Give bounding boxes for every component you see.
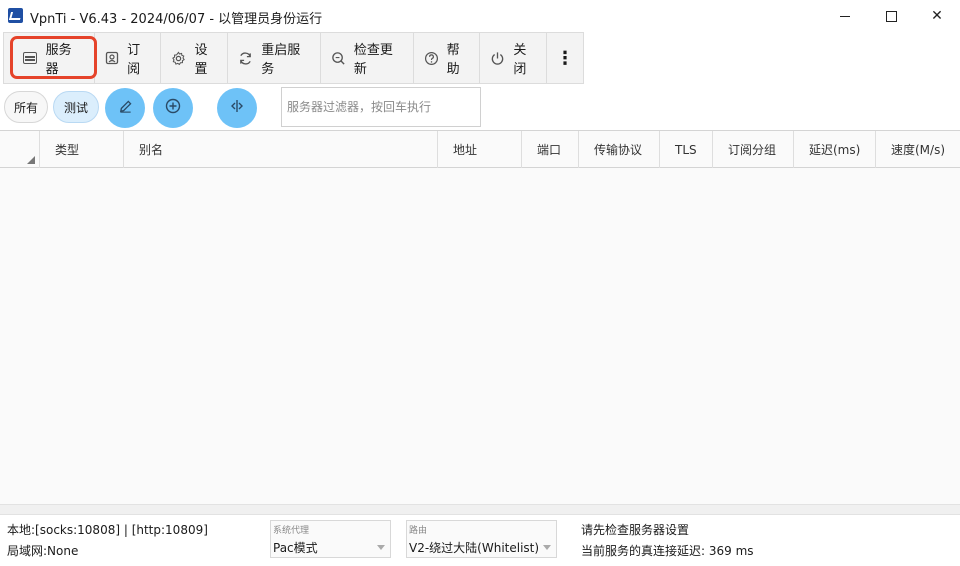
toolbar-servers-button[interactable]: 服务器 [4,33,95,83]
update-search-icon [331,50,346,66]
select-all-corner[interactable] [0,131,40,168]
refresh-icon [238,50,253,66]
plus-circle-icon [165,98,181,118]
chevron-down-icon [377,545,385,550]
toolbar-help-label: 帮助 [446,43,460,77]
title-bar: VpnTi - V6.43 - 2024/06/07 - 以管理员身份运行 ✕ [0,0,960,32]
routing-label: 路由 [409,526,428,536]
app-logo-icon [8,8,23,23]
column-header-tls[interactable]: TLS [660,131,713,168]
toolbar-servers-label: 服务器 [45,43,72,77]
server-filter-input[interactable] [281,87,481,127]
system-proxy-label: 系统代理 [273,526,310,536]
help-icon [424,50,439,66]
lan-status-text: 局域网:None [7,544,79,558]
column-header-transport[interactable]: 传输协议 [579,131,660,168]
minimize-button[interactable] [822,0,868,32]
system-proxy-value: Pac模式 [273,541,318,555]
gear-icon [171,50,186,66]
column-header-port[interactable]: 端口 [522,131,579,168]
column-header-latency[interactable]: 延迟(ms) [794,131,876,168]
window-title: VpnTi - V6.43 - 2024/06/07 - 以管理员身份运行 [30,12,323,27]
more-options-button[interactable]: ⋮ [547,33,583,83]
toolbar-settings-button[interactable]: 设置 [161,33,229,83]
split-arrows-icon [229,98,245,118]
filter-test-button[interactable]: 测试 [53,91,99,123]
toolbar-check-update-label: 检查更新 [353,43,393,77]
latency-status-text: 当前服务的真连接延迟: 369 ms [581,544,754,558]
column-header-subscription-group[interactable]: 订阅分组 [713,131,794,168]
routing-value: V2-绕过大陆(Whitelist) [409,541,540,555]
toolbar-settings-label: 设置 [194,43,208,77]
table-header: 类型 别名 地址 端口 传输协议 TLS 订阅分组 延迟(ms) 速度(M/s) [0,131,960,168]
edit-server-button[interactable] [105,88,145,128]
toolbar-close-label: 关闭 [513,43,527,77]
routing-select[interactable]: 路由 V2-绕过大陆(Whitelist) [406,520,557,558]
status-bar: 本地:[socks:10808] | [http:10809] 局域网:None… [0,515,960,566]
chevron-down-icon [543,545,551,550]
server-table: 类型 别名 地址 端口 传输协议 TLS 订阅分组 延迟(ms) 速度(M/s) [0,130,960,504]
local-ports-text: 本地:[socks:10808] | [http:10809] [7,523,208,537]
column-header-speed[interactable]: 速度(M/s) [876,131,960,168]
toolbar-check-update-button[interactable]: 检查更新 [321,33,414,83]
add-server-button[interactable] [153,88,193,128]
toolbar-subscription-label: 订阅 [127,43,141,77]
column-header-address[interactable]: 地址 [438,131,522,168]
toolbar-subscription-button[interactable]: 订阅 [95,33,162,83]
toolbar-restart-service-label: 重启服务 [261,43,301,77]
server-icon [22,50,38,66]
toolbar-help-button[interactable]: 帮助 [414,33,481,83]
toolbar-restart-service-button[interactable]: 重启服务 [228,33,321,83]
close-window-button[interactable]: ✕ [914,0,960,32]
status-separator [0,504,960,515]
toolbar-close-button[interactable]: 关闭 [480,33,548,83]
filter-all-button[interactable]: 所有 [4,91,48,123]
column-header-alias[interactable]: 别名 [124,131,438,168]
column-header-type[interactable]: 类型 [40,131,124,168]
main-toolbar: 服务器 订阅 设置 重启服务 检查更新 帮助 关闭 ⋮ [3,32,584,84]
pencil-icon [118,99,133,118]
status-message: 请先检查服务器设置 [581,523,690,537]
subscription-icon [105,50,119,66]
split-view-button[interactable] [217,88,257,128]
system-proxy-select[interactable]: 系统代理 Pac模式 [270,520,391,558]
maximize-button[interactable] [868,0,914,32]
power-icon [490,50,505,66]
